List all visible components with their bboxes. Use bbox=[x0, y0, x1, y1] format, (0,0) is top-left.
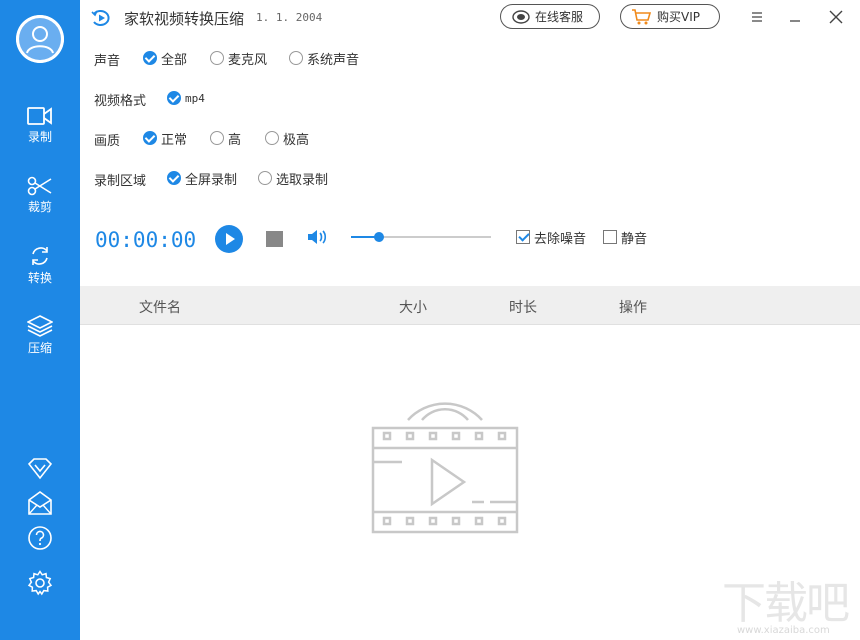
minimize-button[interactable] bbox=[785, 7, 805, 27]
quality-option-normal-label: 正常 bbox=[161, 132, 188, 148]
sound-row: 声音 全部 麦克风 系统声音 bbox=[94, 48, 494, 69]
video-camera-icon bbox=[27, 107, 52, 125]
area-option-fullscreen[interactable]: 全屏录制 bbox=[167, 168, 237, 188]
app-title: 家软视频转换压缩 bbox=[124, 10, 245, 28]
quality-option-ultra[interactable]: 极高 bbox=[265, 128, 309, 148]
record-timer: 00:00:00 bbox=[95, 228, 197, 252]
headset-icon bbox=[512, 9, 530, 24]
sound-option-mic[interactable]: 麦克风 bbox=[210, 48, 267, 68]
sidebar-item-convert[interactable]: 转换 bbox=[0, 245, 80, 286]
format-option-mp4-label: mp4 bbox=[185, 91, 205, 105]
sidebar: 录制 裁剪 转换 压缩 bbox=[0, 0, 80, 640]
area-label: 录制区域 bbox=[94, 174, 147, 189]
play-button[interactable] bbox=[215, 225, 243, 253]
quality-label: 画质 bbox=[94, 134, 121, 149]
sound-label: 声音 bbox=[94, 54, 121, 69]
layers-icon bbox=[27, 315, 53, 337]
minimize-icon bbox=[790, 20, 800, 22]
menu-icon bbox=[752, 12, 762, 22]
user-icon bbox=[16, 15, 64, 63]
radio-unchecked[interactable] bbox=[210, 131, 224, 145]
mail-icon[interactable] bbox=[27, 490, 53, 516]
volume-slider[interactable] bbox=[351, 231, 491, 243]
quality-row: 画质 正常 高 极高 bbox=[94, 128, 494, 149]
quality-option-high[interactable]: 高 bbox=[210, 128, 241, 148]
area-row: 录制区域 全屏录制 选取录制 bbox=[94, 168, 494, 189]
radio-unchecked[interactable] bbox=[258, 171, 272, 185]
close-icon bbox=[829, 10, 843, 24]
radio-checked[interactable] bbox=[143, 131, 157, 145]
online-support-label: 在线客服 bbox=[535, 10, 584, 24]
radio-checked[interactable] bbox=[167, 91, 181, 105]
radio-checked[interactable] bbox=[143, 51, 157, 65]
format-row: 视频格式 mp4 bbox=[94, 88, 494, 109]
denoise-checkbox[interactable]: 去除噪音 bbox=[516, 229, 587, 247]
sidebar-item-label: 压缩 bbox=[27, 341, 52, 355]
checkbox-unchecked[interactable] bbox=[603, 230, 617, 244]
scissors-icon bbox=[27, 176, 52, 196]
title-bar: 家软视频转换压缩 1. 1. 2004 在线客服 购买VIP bbox=[80, 0, 860, 35]
mute-label: 静音 bbox=[621, 231, 648, 247]
volume-slider-thumb[interactable] bbox=[374, 232, 384, 242]
radio-unchecked[interactable] bbox=[265, 131, 279, 145]
checkbox-checked[interactable] bbox=[516, 230, 530, 244]
mute-checkbox[interactable]: 静音 bbox=[603, 229, 648, 247]
sidebar-item-compress[interactable]: 压缩 bbox=[0, 315, 80, 356]
sound-option-system-label: 系统声音 bbox=[307, 52, 360, 68]
stop-button[interactable] bbox=[266, 231, 283, 247]
sidebar-item-label: 录制 bbox=[27, 130, 52, 144]
column-actions: 操作 bbox=[619, 300, 647, 316]
help-icon[interactable] bbox=[27, 525, 53, 551]
buy-vip-label: 购买VIP bbox=[657, 10, 700, 24]
sidebar-item-cut[interactable]: 裁剪 bbox=[0, 176, 80, 215]
radio-unchecked[interactable] bbox=[210, 51, 224, 65]
play-icon bbox=[226, 233, 235, 245]
denoise-label: 去除噪音 bbox=[534, 231, 587, 247]
quality-option-high-label: 高 bbox=[228, 132, 242, 148]
gear-icon[interactable] bbox=[27, 570, 53, 596]
column-size: 大小 bbox=[399, 300, 427, 316]
radio-unchecked[interactable] bbox=[289, 51, 303, 65]
avatar[interactable] bbox=[16, 15, 64, 63]
empty-video-icon bbox=[371, 402, 519, 534]
diamond-icon[interactable] bbox=[27, 456, 53, 482]
quality-option-normal[interactable]: 正常 bbox=[143, 128, 187, 148]
menu-button[interactable] bbox=[747, 7, 767, 27]
cart-icon bbox=[632, 8, 652, 24]
radio-checked[interactable] bbox=[167, 171, 181, 185]
watermark-url: www.xiazaiba.com bbox=[737, 625, 830, 636]
sound-option-mic-label: 麦克风 bbox=[228, 52, 268, 68]
sound-option-all-label: 全部 bbox=[161, 52, 188, 68]
file-table-header: 文件名 大小 时长 操作 bbox=[80, 286, 860, 325]
app-version: 1. 1. 2004 bbox=[256, 11, 323, 24]
area-option-select-label: 选取录制 bbox=[276, 172, 329, 188]
sidebar-item-label: 转换 bbox=[27, 271, 52, 285]
area-option-select[interactable]: 选取录制 bbox=[258, 168, 328, 188]
column-filename: 文件名 bbox=[139, 300, 181, 316]
watermark-logo: 下载吧 bbox=[722, 578, 850, 629]
app-logo-icon bbox=[91, 10, 110, 26]
volume-icon[interactable] bbox=[306, 228, 328, 246]
buy-vip-button[interactable]: 购买VIP bbox=[620, 4, 720, 29]
sidebar-item-record[interactable]: 录制 bbox=[0, 106, 80, 145]
format-label: 视频格式 bbox=[94, 94, 147, 109]
sound-option-system[interactable]: 系统声音 bbox=[289, 48, 359, 68]
column-duration: 时长 bbox=[509, 300, 537, 316]
sound-option-all[interactable]: 全部 bbox=[143, 48, 187, 68]
online-support-button[interactable]: 在线客服 bbox=[500, 4, 600, 29]
quality-option-ultra-label: 极高 bbox=[283, 132, 310, 148]
convert-icon bbox=[32, 247, 48, 265]
format-option-mp4[interactable]: mp4 bbox=[167, 88, 205, 108]
area-option-fullscreen-label: 全屏录制 bbox=[185, 172, 238, 188]
sidebar-item-label: 裁剪 bbox=[27, 200, 52, 214]
close-button[interactable] bbox=[826, 7, 846, 27]
